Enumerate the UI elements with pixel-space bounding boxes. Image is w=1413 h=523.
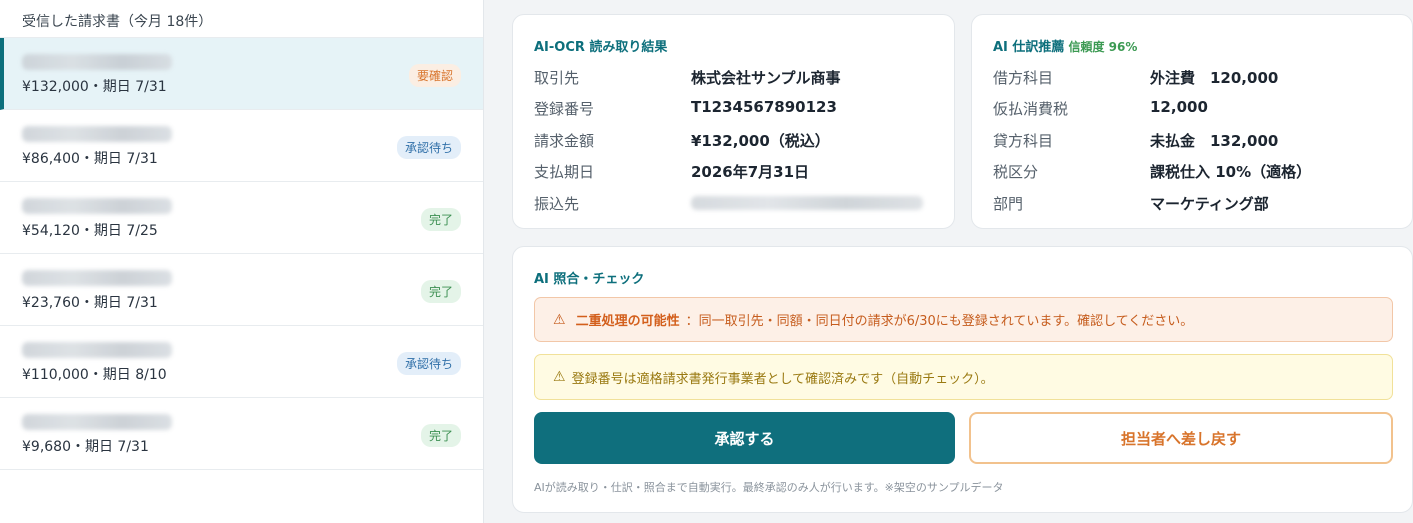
invoice-amount-due: ¥54,120・期日 7/25 [22, 223, 158, 239]
vendor-name-redacted [22, 126, 172, 142]
invoice-list-item[interactable]: ¥110,000・期日 8/10 承認待ち [0, 326, 483, 398]
field-value: 2026年7月31日 [691, 163, 810, 181]
invoice-amount-due: ¥110,000・期日 8/10 [22, 367, 167, 383]
field-value: T1234567890123 [691, 98, 837, 116]
registration-check-text: 登録番号は適格請求書発行事業者として確認済みです（自動チェック）。 [571, 371, 994, 387]
status-badge: 承認待ち [396, 136, 461, 159]
invoice-amount-due: ¥23,760・期日 7/31 [22, 295, 158, 311]
invoice-list-item[interactable]: ¥54,120・期日 7/25 完了 [0, 182, 483, 254]
field-label: 仮払消費税 [993, 100, 1069, 118]
field-value: 未払金 132,000 [1150, 132, 1279, 150]
status-badge: 要確認 [408, 64, 461, 87]
journal-suggestion-card: AI 仕訳推薦 信頼度 96% 借方科目 外注費 120,000 仮払消費税 12… [971, 14, 1413, 229]
field-label: 税区分 [993, 163, 1039, 181]
confidence-badge: 信頼度 96% [1068, 40, 1138, 54]
vendor-name-redacted [22, 270, 172, 286]
field-label: 部門 [993, 195, 1024, 213]
registration-check-notice: ⚠ 登録番号は適格請求書発行事業者として確認済みです（自動チェック）。 [534, 354, 1393, 400]
journal-card-title: AI 仕訳推薦 信頼度 96% [993, 40, 1138, 55]
duplicate-warning-text: ：同一取引先・同額・同日付の請求が6/30にも登録されています。確認してください… [685, 314, 1194, 329]
field-value: 株式会社サンプル商事 [691, 69, 841, 87]
field-label: 振込先 [534, 195, 580, 213]
invoice-list-item[interactable]: ¥86,400・期日 7/31 承認待ち [0, 110, 483, 182]
vendor-name-redacted [22, 198, 172, 214]
footnote: AIが読み取り・仕訳・照合まで自動実行。最終承認のみ人が行います。※架空のサンプ… [534, 481, 1004, 494]
field-label: 貸方科目 [993, 132, 1054, 150]
vendor-name-redacted [22, 342, 172, 358]
vendor-name-redacted [22, 54, 172, 70]
ai-check-card: AI 照合・チェック ⚠ 二重処理の可能性 ：同一取引先・同額・同日付の請求が6… [512, 246, 1413, 513]
duplicate-warning-title: 二重処理の可能性 [575, 314, 680, 329]
ocr-result-card: AI-OCR 読み取り結果 取引先 株式会社サンプル商事 登録番号 T12345… [512, 14, 955, 229]
field-value: ¥132,000（税込） [691, 132, 830, 150]
send-back-button[interactable]: 担当者へ差し戻す [969, 412, 1393, 464]
check-card-title: AI 照合・チェック [534, 272, 645, 287]
invoice-list-item[interactable]: ¥9,680・期日 7/31 完了 [0, 398, 483, 470]
invoice-amount-due: ¥86,400・期日 7/31 [22, 151, 158, 167]
field-value: 12,000 [1150, 98, 1208, 116]
warning-icon: ⚠ [553, 311, 566, 328]
field-value: 課税仕入 10%（適格） [1150, 163, 1312, 181]
invoice-list-panel: 受信した請求書（今月 18件） ¥132,000・期日 7/31 要確認 ¥86… [0, 0, 484, 523]
duplicate-warning: ⚠ 二重処理の可能性 ：同一取引先・同額・同日付の請求が6/30にも登録されてい… [534, 297, 1393, 342]
invoice-list-item[interactable]: ¥132,000・期日 7/31 要確認 [0, 38, 483, 110]
invoice-amount-due: ¥9,680・期日 7/31 [22, 439, 149, 455]
status-badge: 承認待ち [396, 352, 461, 375]
bank-account-redacted [691, 193, 923, 210]
approve-button[interactable]: 承認する [534, 412, 955, 464]
status-badge: 完了 [420, 280, 461, 303]
status-badge: 完了 [420, 208, 461, 231]
field-label: 登録番号 [534, 100, 595, 118]
field-label: 借方科目 [993, 69, 1054, 87]
field-label: 請求金額 [534, 132, 595, 150]
status-badge: 完了 [420, 424, 461, 447]
field-label: 支払期日 [534, 163, 595, 181]
field-value: 外注費 120,000 [1150, 69, 1279, 87]
field-label: 取引先 [534, 69, 580, 87]
invoice-amount-due: ¥132,000・期日 7/31 [22, 79, 167, 95]
field-value: マーケティング部 [1150, 195, 1269, 213]
invoice-list-item[interactable]: ¥23,760・期日 7/31 完了 [0, 254, 483, 326]
vendor-name-redacted [22, 414, 172, 430]
warning-icon: ⚠ [553, 369, 566, 385]
ocr-card-title: AI-OCR 読み取り結果 [534, 40, 668, 55]
invoice-list-header: 受信した請求書（今月 18件） [0, 0, 483, 38]
